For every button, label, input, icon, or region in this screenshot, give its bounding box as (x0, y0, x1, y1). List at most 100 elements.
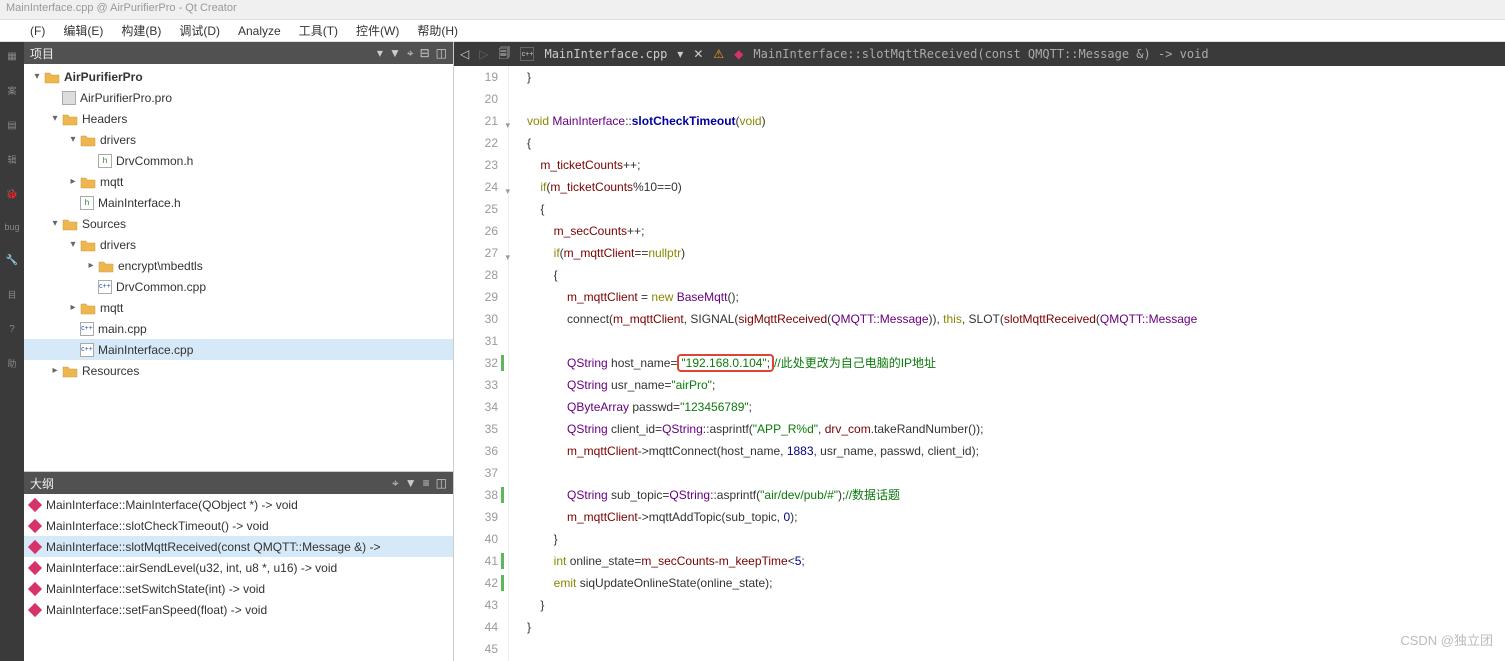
tree-item[interactable]: c++main.cpp (24, 318, 453, 339)
menu-item[interactable]: 工具(T) (299, 22, 338, 39)
code-line[interactable]: m_mqttClient = new BaseMqtt(); (527, 286, 1505, 308)
menu-item[interactable]: (F) (30, 24, 45, 38)
breadcrumb-signature[interactable]: MainInterface::slotMqttReceived(const QM… (753, 47, 1208, 61)
tree-item[interactable]: ▾AirPurifierPro (24, 66, 453, 87)
code-line[interactable]: QString sub_topic=QString::asprintf("air… (527, 484, 1505, 506)
code-line[interactable]: { (527, 264, 1505, 286)
code-area[interactable]: 192021▾222324▾252627▾2829303132333435363… (454, 66, 1505, 661)
menu-item[interactable]: 帮助(H) (417, 22, 458, 39)
bookmark-icon[interactable]: 🗐 (498, 44, 510, 65)
dropdown-icon[interactable]: ▾ (677, 47, 683, 61)
activity-icon[interactable]: ▦ (2, 46, 22, 66)
menu-item[interactable]: 调试(D) (179, 22, 220, 39)
line-number: 22 (454, 132, 498, 154)
code-line[interactable]: } (527, 594, 1505, 616)
line-number: 26 (454, 220, 498, 242)
split-icon[interactable]: ◫ (436, 46, 447, 61)
chevron-icon[interactable]: ▾ (48, 113, 62, 124)
project-tree[interactable]: ▾AirPurifierProAirPurifierPro.pro▾Header… (24, 64, 453, 471)
tree-item[interactable]: ▸mqtt (24, 297, 453, 318)
code-line[interactable]: } (527, 66, 1505, 88)
code-line[interactable]: int online_state=m_secCounts-m_keepTime<… (527, 550, 1505, 572)
code-line[interactable] (527, 330, 1505, 352)
sort-icon[interactable]: ≡ (423, 476, 430, 491)
outline-label: MainInterface::slotMqttReceived(const QM… (46, 540, 380, 554)
activity-icon[interactable]: 🐞 (2, 184, 22, 204)
outline-panel-tools[interactable]: ⌖ ▼ ≡ ◫ (392, 476, 447, 491)
nav-fwd-icon[interactable]: ▷ (479, 47, 488, 61)
outline-item[interactable]: MainInterface::MainInterface(QObject *) … (24, 494, 453, 515)
close-icon[interactable]: ✕ (693, 47, 703, 61)
chevron-icon[interactable]: ▸ (84, 260, 98, 271)
line-number: 35 (454, 418, 498, 440)
code-line[interactable]: { (527, 198, 1505, 220)
code-line[interactable]: m_mqttClient->mqttAddTopic(sub_topic, 0)… (527, 506, 1505, 528)
chevron-icon[interactable]: ▾ (66, 134, 80, 145)
breadcrumb-file[interactable]: MainInterface.cpp (544, 47, 667, 61)
code-line[interactable]: QString client_id=QString::asprintf("APP… (527, 418, 1505, 440)
link-icon[interactable]: ⌖ (392, 476, 399, 491)
tree-item[interactable]: ▾Sources (24, 213, 453, 234)
outline-item[interactable]: MainInterface::slotCheckTimeout() -> voi… (24, 515, 453, 536)
tree-item[interactable]: AirPurifierPro.pro (24, 87, 453, 108)
link-icon[interactable]: ⌖ (407, 46, 414, 61)
nav-back-icon[interactable]: ◁ (460, 47, 469, 61)
tree-item[interactable]: ▾Headers (24, 108, 453, 129)
code-line[interactable]: emit siqUpdateOnlineState(online_state); (527, 572, 1505, 594)
tree-item[interactable]: ▸Resources (24, 360, 453, 381)
chevron-icon[interactable]: ▾ (30, 71, 44, 82)
code-line[interactable]: QString usr_name="airPro"; (527, 374, 1505, 396)
menu-item[interactable]: 控件(W) (356, 22, 399, 39)
code-line[interactable]: m_mqttClient->mqttConnect(host_name, 188… (527, 440, 1505, 462)
outline-label: MainInterface::MainInterface(QObject *) … (46, 498, 298, 512)
filter-icon[interactable]: ▼ (389, 46, 401, 61)
code-line[interactable]: connect(m_mqttClient, SIGNAL(sigMqttRece… (527, 308, 1505, 330)
code-line[interactable]: { (527, 132, 1505, 154)
menu-item[interactable]: Analyze (238, 24, 281, 38)
activity-icon[interactable]: ▤ (2, 115, 22, 135)
code-line[interactable]: } (527, 528, 1505, 550)
tree-item[interactable]: hMainInterface.h (24, 192, 453, 213)
folder-icon (98, 259, 114, 273)
folder-icon (62, 112, 78, 126)
split-icon[interactable]: ◫ (436, 476, 447, 491)
tree-item[interactable]: ▾drivers (24, 234, 453, 255)
outline-item[interactable]: MainInterface::slotMqttReceived(const QM… (24, 536, 453, 557)
code-line[interactable]: m_ticketCounts++; (527, 154, 1505, 176)
expand-icon[interactable]: ⊟ (420, 46, 430, 61)
code-line[interactable]: if(m_mqttClient==nullptr) (527, 242, 1505, 264)
tree-item[interactable]: c++DrvCommon.cpp (24, 276, 453, 297)
project-panel-tools[interactable]: ▾ ▼ ⌖ ⊟ ◫ (377, 46, 447, 61)
tree-item[interactable]: hDrvCommon.h (24, 150, 453, 171)
code-line[interactable] (527, 88, 1505, 110)
outline-item[interactable]: MainInterface::setSwitchState(int) -> vo… (24, 578, 453, 599)
dropdown-icon[interactable]: ▾ (377, 46, 383, 61)
activity-icon[interactable]: ? (2, 319, 22, 339)
tree-item[interactable]: c++MainInterface.cpp (24, 339, 453, 360)
code-line[interactable]: m_secCounts++; (527, 220, 1505, 242)
chevron-icon[interactable]: ▸ (66, 176, 80, 187)
code-line[interactable] (527, 462, 1505, 484)
code-line[interactable] (527, 638, 1505, 660)
editor-breadcrumb: ◁ ▷ 🗐 c++ MainInterface.cpp ▾ ✕ ⚠ ◆ Main… (454, 42, 1505, 66)
activity-icon[interactable]: 🔧 (2, 250, 22, 270)
tree-item[interactable]: ▸mqtt (24, 171, 453, 192)
code-line[interactable]: if(m_ticketCounts%10==0) (527, 176, 1505, 198)
menu-item[interactable]: 构建(B) (121, 22, 161, 39)
chevron-icon[interactable]: ▸ (48, 365, 62, 376)
code-line[interactable]: } (527, 616, 1505, 638)
filter-icon[interactable]: ▼ (405, 476, 417, 491)
chevron-icon[interactable]: ▸ (66, 302, 80, 313)
outline-list[interactable]: MainInterface::MainInterface(QObject *) … (24, 494, 453, 661)
chevron-icon[interactable]: ▾ (48, 218, 62, 229)
outline-item[interactable]: MainInterface::setFanSpeed(float) -> voi… (24, 599, 453, 620)
code-line[interactable]: QString host_name="192.168.0.104";//此处更改… (527, 352, 1505, 374)
chevron-icon[interactable]: ▾ (66, 239, 80, 250)
code-content[interactable]: }void MainInterface::slotCheckTimeout(vo… (509, 66, 1505, 661)
menu-item[interactable]: 编辑(E) (63, 22, 103, 39)
code-line[interactable]: QByteArray passwd="123456789"; (527, 396, 1505, 418)
tree-item[interactable]: ▸encrypt\mbedtls (24, 255, 453, 276)
outline-item[interactable]: MainInterface::airSendLevel(u32, int, u8… (24, 557, 453, 578)
code-line[interactable]: void MainInterface::slotCheckTimeout(voi… (527, 110, 1505, 132)
tree-item[interactable]: ▾drivers (24, 129, 453, 150)
